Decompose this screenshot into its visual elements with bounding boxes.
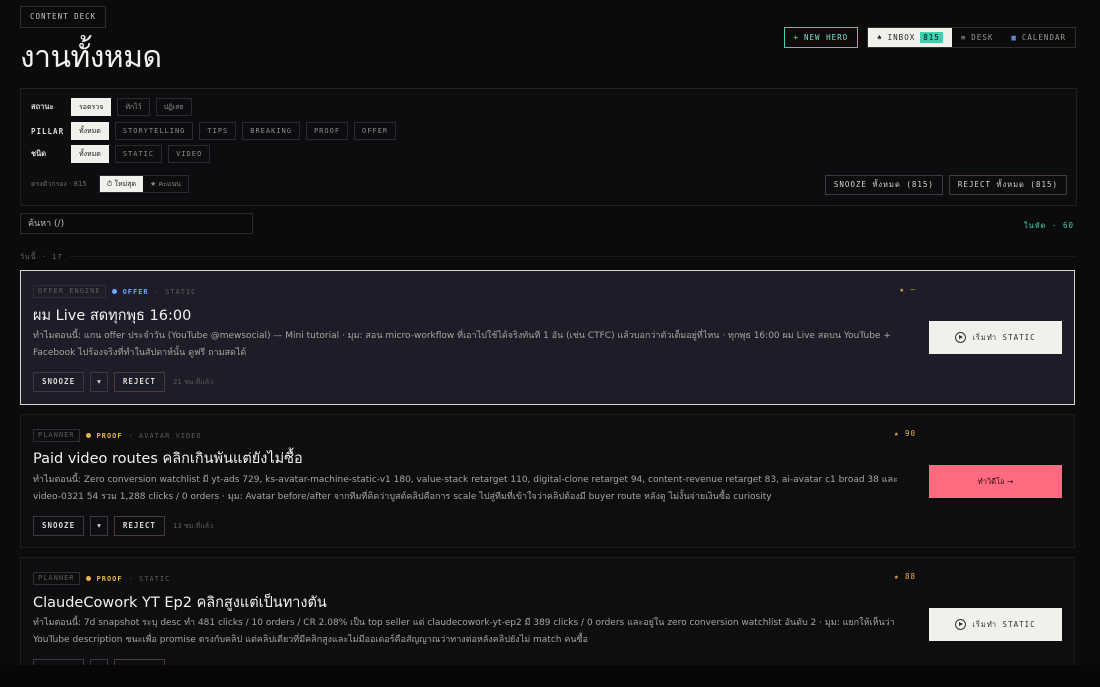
card-body: ทำไมตอนนี้: Zero conversion watchlist มี… <box>33 475 898 502</box>
reject-button[interactable]: REJECT <box>113 372 165 392</box>
sort-newest[interactable]: ⏱ ใหม่สุด <box>99 176 144 192</box>
chip-pillar-breaking[interactable]: BREAKING <box>242 122 300 140</box>
card-score: ★ 90 <box>893 429 916 438</box>
chip-pillar-storytelling[interactable]: STORYTELLING <box>114 122 194 140</box>
visible-count: ในหัต · 60 <box>1023 221 1074 230</box>
chip-type-static[interactable]: STATIC <box>114 145 163 163</box>
inbox-icon: ♠ <box>877 33 883 42</box>
card-title: ผม Live สดทุกพุธ 16:00 <box>33 308 192 324</box>
view-switcher: ♠ INBOX 815 ≡ DESK ▦ CALENDAR <box>867 27 1076 48</box>
tab-calendar[interactable]: ▦ CALENDAR <box>1002 28 1075 47</box>
day-group-label: วันนี้ · 17 <box>20 253 63 261</box>
filter-panel: สถานะ รอตรวจ ทักไว้ ปฏิเสธ PILLAR ทั้งหม… <box>20 88 1077 206</box>
list-icon: ≡ <box>960 33 967 42</box>
task-card[interactable]: PLANNER PROOF · AVATAR VIDEO ★ 90 Paid v… <box>20 414 1075 548</box>
tab-calendar-label: CALENDAR <box>1021 33 1066 42</box>
card-score: ★ 88 <box>893 572 916 581</box>
chip-type-all[interactable]: ทั้งหมด <box>71 145 109 163</box>
sort-row: ตรงตัวกรอง · 815 ⏱ ใหม่สุด ★ คะแนน <box>31 175 190 193</box>
search-input[interactable]: ค้นหา (/) <box>20 213 253 234</box>
page-title: งานทั้งหมด <box>20 40 162 75</box>
top-actions: + NEW HERO ♠ INBOX 815 ≡ DESK ▦ CALENDAR <box>783 27 1076 48</box>
filter-row-status: สถานะ รอตรวจ ทักไว้ ปฏิเสธ <box>31 98 192 116</box>
reject-button[interactable]: REJECT <box>113 516 165 536</box>
card-meta: PLANNER PROOF · AVATAR VIDEO <box>33 429 202 442</box>
card-meta: OFFER_ENGINE OFFER · STATIC <box>33 285 196 298</box>
card-kind: · STATIC <box>128 574 171 583</box>
tab-inbox[interactable]: ♠ INBOX 815 <box>868 28 952 47</box>
pillar-dot-icon <box>85 576 91 581</box>
card-pillar: PROOF <box>96 574 123 583</box>
chip-pillar-offer[interactable]: OFFER <box>354 122 397 140</box>
new-hero-button[interactable]: + NEW HERO <box>783 27 859 48</box>
new-hero-label: NEW HERO <box>804 33 849 42</box>
card-age: 13 ชม.ที่แล้ว <box>172 521 214 530</box>
chip-status-rejected[interactable]: ปฏิเสธ <box>155 98 192 116</box>
make-video-button[interactable]: ทำวิดีโอ → <box>929 465 1062 498</box>
card-title: ClaudeCowork YT Ep2 คลิกสูงแต่เป็นทางตัน <box>33 595 327 611</box>
card-source: PLANNER <box>33 429 80 442</box>
snooze-menu-button[interactable]: ▾ <box>90 516 108 536</box>
cta-label: เริ่มทำ STATIC <box>972 619 1036 629</box>
sort-score[interactable]: ★ คะแนน <box>143 176 188 192</box>
tab-desk[interactable]: ≡ DESK <box>952 28 1003 47</box>
sort-switcher: ⏱ ใหม่สุด ★ คะแนน <box>98 175 190 193</box>
bulk-actions: SNOOZE ทั้งหมด (815) REJECT ทั้งหมด (815… <box>824 175 1067 195</box>
snooze-menu-button[interactable]: ▾ <box>90 372 108 392</box>
start-static-button[interactable]: เริ่มทำ STATIC <box>929 321 1062 354</box>
bottom-overlay <box>0 665 1100 687</box>
filter-label-status: สถานะ <box>31 102 54 111</box>
divider <box>70 256 1075 257</box>
filter-label-type: ชนิด <box>31 149 47 158</box>
card-age: 21 ชม.ที่แล้ว <box>172 377 214 386</box>
filter-row-pillar: PILLAR ทั้งหมด STORYTELLING TIPS BREAKIN… <box>31 122 397 140</box>
chip-pillar-proof[interactable]: PROOF <box>305 122 349 140</box>
card-kind: · AVATAR VIDEO <box>128 431 202 440</box>
card-body: ทำไมตอนนี้: 7d snapshot ระบุ desc ทำ 481… <box>33 618 895 645</box>
tab-desk-label: DESK <box>971 33 994 42</box>
snooze-all-button[interactable]: SNOOZE ทั้งหมด (815) <box>824 175 943 195</box>
plus-icon: + <box>793 33 800 42</box>
pillar-dot-icon <box>111 289 117 294</box>
card-actions: SNOOZE ▾ REJECT 13 ชม.ที่แล้ว <box>33 516 213 536</box>
inbox-count-badge: 815 <box>920 32 943 43</box>
chip-pillar-all[interactable]: ทั้งหมด <box>71 122 109 140</box>
chip-status-held[interactable]: ทักไว้ <box>117 98 150 116</box>
reject-all-button[interactable]: REJECT ทั้งหมด (815) <box>948 175 1067 195</box>
section-tag: CONTENT DECK <box>20 6 107 28</box>
chip-pillar-tips[interactable]: TIPS <box>199 122 237 140</box>
cta-label: ทำวิดีโอ → <box>977 476 1014 486</box>
play-icon <box>955 619 967 630</box>
snooze-button[interactable]: SNOOZE <box>33 372 85 392</box>
filter-label-pillar: PILLAR <box>31 126 65 136</box>
matching-count: ตรงตัวกรอง · 815 <box>31 179 87 188</box>
tab-inbox-label: INBOX <box>887 33 916 42</box>
calendar-icon: ▦ <box>1011 33 1017 42</box>
snooze-button[interactable]: SNOOZE <box>33 516 85 536</box>
card-pillar: PROOF <box>96 431 123 440</box>
start-static-button[interactable]: เริ่มทำ STATIC <box>929 608 1062 641</box>
chip-status-pending[interactable]: รอตรวจ <box>71 98 112 116</box>
card-kind: · STATIC <box>154 287 197 296</box>
cta-label: เริ่มทำ STATIC <box>972 332 1036 342</box>
pillar-dot-icon <box>85 433 91 438</box>
card-score: ★ — <box>899 285 916 294</box>
card-meta: PLANNER PROOF · STATIC <box>33 572 170 585</box>
card-pillar: OFFER <box>122 287 149 296</box>
card-body: ทำไมตอนนี้: แกน offer ประจำวัน (YouTube … <box>33 331 891 358</box>
card-source: PLANNER <box>33 572 80 585</box>
chip-type-video[interactable]: VIDEO <box>168 145 211 163</box>
card-source: OFFER_ENGINE <box>33 285 106 298</box>
task-card[interactable]: OFFER_ENGINE OFFER · STATIC ★ — ผม Live … <box>20 270 1075 405</box>
play-icon <box>955 332 967 343</box>
filter-row-type: ชนิด ทั้งหมด STATIC VIDEO <box>31 145 211 163</box>
card-title: Paid video routes คลิกเกินพันแต่ยังไม่ซื… <box>33 451 303 467</box>
card-actions: SNOOZE ▾ REJECT 21 ชม.ที่แล้ว <box>33 372 213 392</box>
